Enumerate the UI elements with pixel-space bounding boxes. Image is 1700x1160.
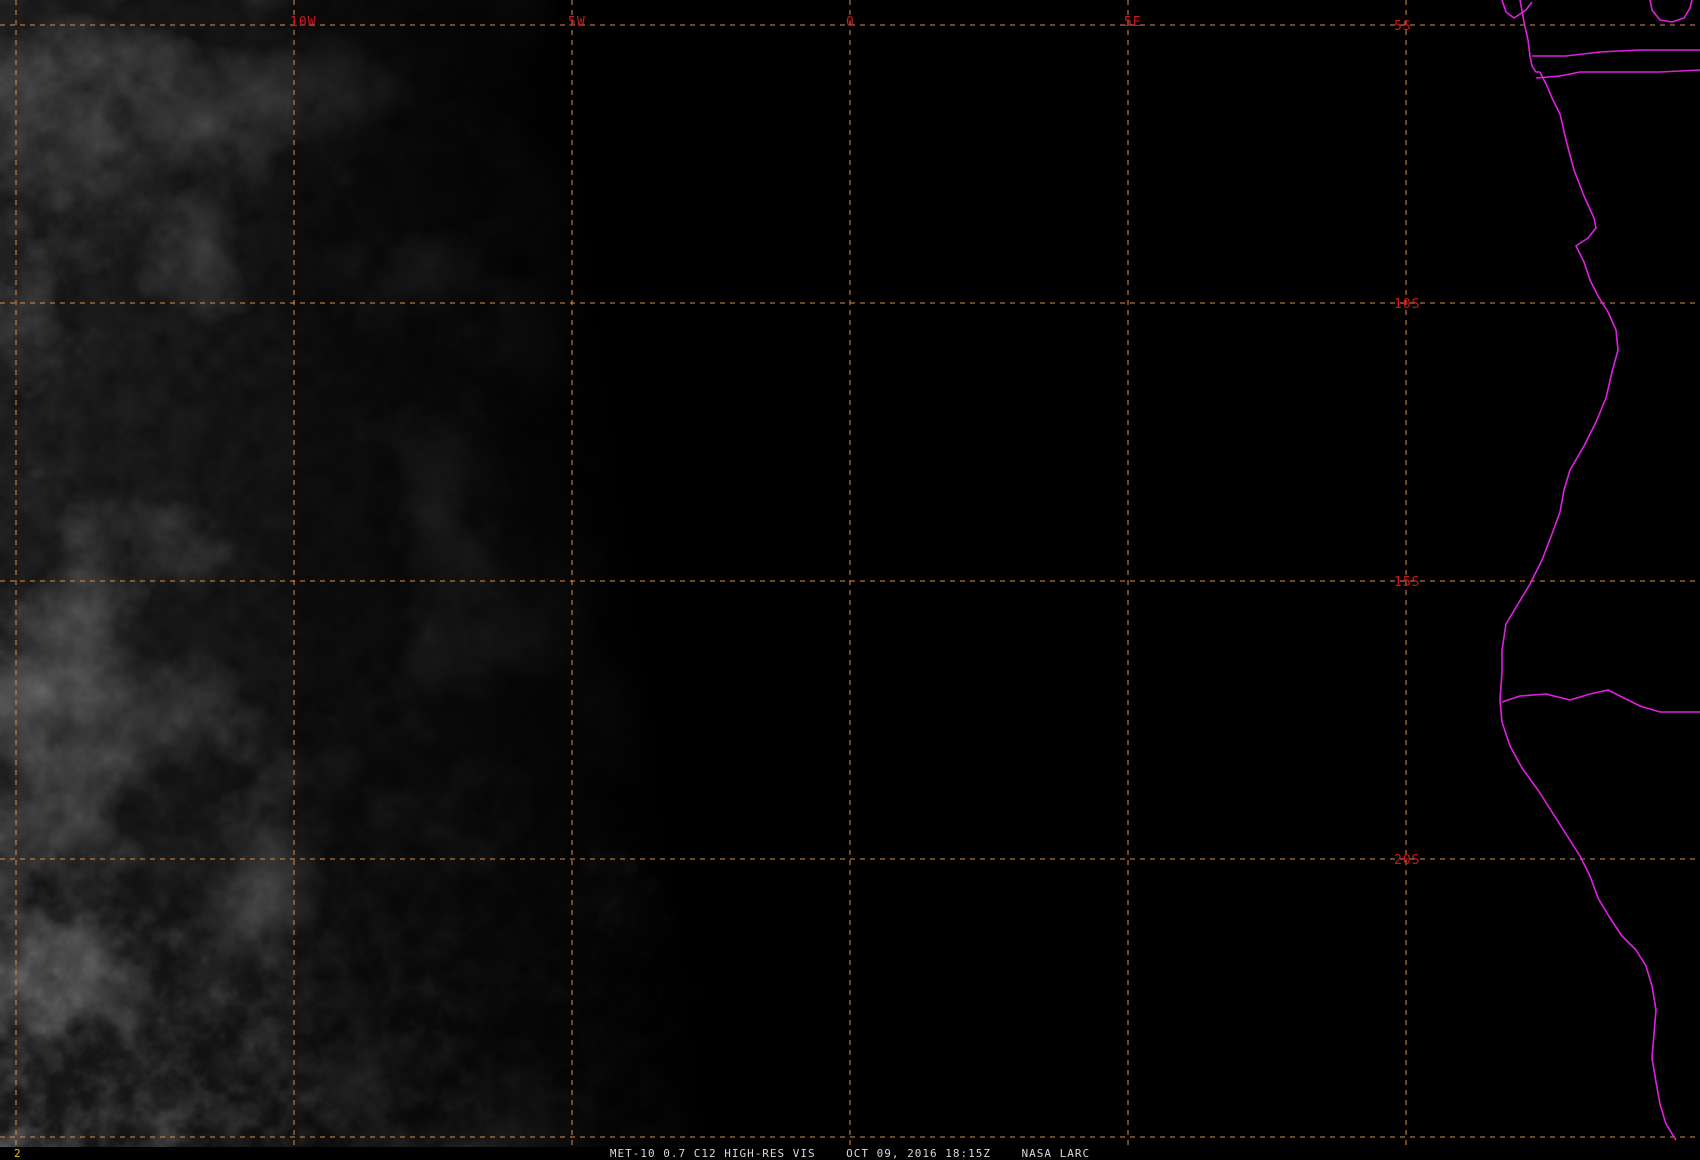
- latitude-label: 5S: [1394, 19, 1412, 34]
- image-caption: MET-10 0.7 C12 HIGH-RES VIS OCT 09, 2016…: [0, 1147, 1700, 1160]
- africa-coastline: [1499, 0, 1677, 1141]
- latitude-label: 20S: [1394, 853, 1420, 868]
- longitude-label: 10W: [290, 15, 316, 30]
- satellite-map-viewer: 10W 5W 0 5E 5S 10S 15S 20S 2 MET-10 0.7 C12 HIG…: [0, 0, 1700, 1160]
- congo-border: [1519, 0, 1540, 73]
- longitude-label: 5E: [1124, 15, 1142, 30]
- cabinda-border: [1532, 49, 1700, 57]
- caption-datetime: OCT 09, 2016 18:15Z: [846, 1147, 992, 1160]
- drc-border: [1649, 0, 1693, 23]
- longitude-label: 0: [846, 15, 855, 30]
- longitude-label: 5W: [568, 15, 586, 30]
- angola-north-border: [1535, 69, 1700, 79]
- coastline-boundaries: [1499, 0, 1700, 1141]
- angola-namibia-border: [1501, 689, 1700, 713]
- latitude-label: 10S: [1394, 297, 1420, 312]
- caption-source: NASA LARC: [1021, 1147, 1091, 1160]
- grid-labels: 10W 5W 0 5E 5S 10S 15S 20S: [290, 15, 1420, 868]
- latitude-label: 15S: [1394, 575, 1420, 590]
- caption-product: MET-10 0.7 C12 HIGH-RES VIS: [609, 1147, 816, 1160]
- map-overlay: 10W 5W 0 5E 5S 10S 15S 20S: [0, 0, 1700, 1147]
- lat-lon-grid: [0, 0, 1700, 1147]
